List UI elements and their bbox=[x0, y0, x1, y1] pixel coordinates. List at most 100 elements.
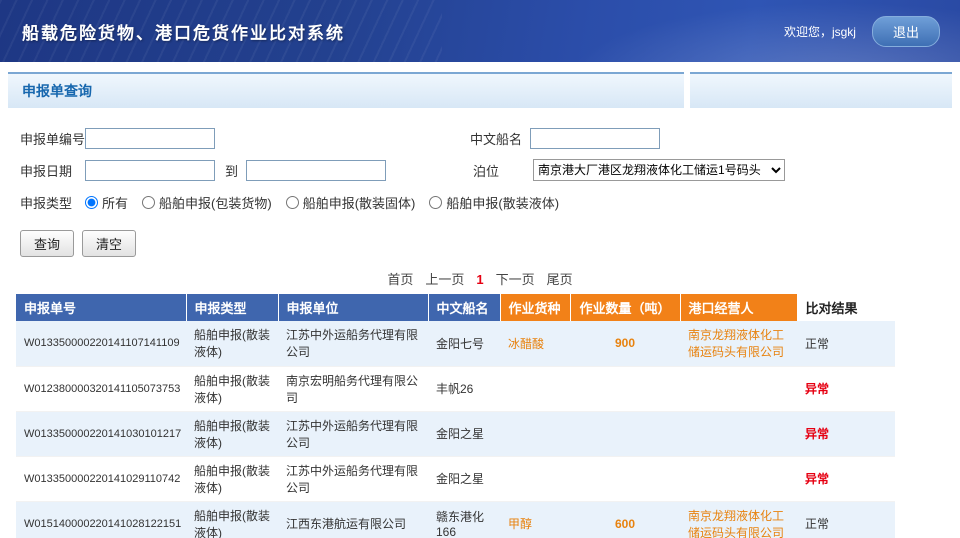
cell-ship: 赣东港化166 bbox=[428, 501, 500, 538]
radio-bulk-solid-input[interactable] bbox=[286, 196, 299, 209]
cell-cargo bbox=[500, 411, 570, 456]
results-table: 申报单号 申报类型 申报单位 中文船名 作业货种 作业数量（吨） 港口经营人 比… bbox=[16, 294, 895, 538]
ship-name-label: 中文船名 bbox=[470, 129, 530, 148]
date-from-input[interactable] bbox=[85, 160, 215, 181]
table-row: W012380000320141105073753 船舶申报(散装液体) 南京宏… bbox=[16, 366, 895, 411]
cell-type: 船舶申报(散装液体) bbox=[186, 321, 278, 366]
pagination-top: 首页上一页 1 下一页尾页 bbox=[0, 269, 960, 288]
app-header: 船载危险货物、港口危货作业比对系统 欢迎您，jsgkj 退出 bbox=[0, 0, 960, 62]
col-header-quantity: 作业数量（吨） bbox=[570, 294, 680, 321]
page-prev-link[interactable]: 上一页 bbox=[425, 272, 464, 287]
col-header-unit: 申报单位 bbox=[278, 294, 428, 321]
page-current: 1 bbox=[476, 272, 483, 287]
cell-quantity bbox=[570, 456, 680, 501]
cell-unit: 江苏中外运船务代理有限公司 bbox=[278, 456, 428, 501]
form-row-2: 申报日期 到 泊位 南京港大厂港区龙翔液体化工储运1号码头 bbox=[0, 154, 960, 186]
cell-ship: 金阳七号 bbox=[428, 321, 500, 366]
cell-unit: 江西东港航运有限公司 bbox=[278, 501, 428, 538]
result-badge: 正常 bbox=[805, 517, 829, 531]
declare-type-label: 申报类型 bbox=[20, 193, 85, 212]
table-row: W013350000220141029110742 船舶申报(散装液体) 江苏中… bbox=[16, 456, 895, 501]
cell-declaration-no: W013350000220141030101217 bbox=[16, 411, 186, 456]
cell-quantity: 900 bbox=[570, 321, 680, 366]
cell-unit: 江苏中外运船务代理有限公司 bbox=[278, 321, 428, 366]
cell-cargo: 冰醋酸 bbox=[500, 321, 570, 366]
cell-declaration-no: W013350000220141107141109 bbox=[16, 321, 186, 366]
page-title: 申报单查询 bbox=[8, 81, 92, 101]
query-button[interactable]: 查询 bbox=[20, 230, 74, 257]
section-side-panel bbox=[690, 72, 952, 108]
radio-bulk-solid[interactable]: 船舶申报(散装固体) bbox=[286, 193, 416, 212]
result-badge: 正常 bbox=[805, 337, 829, 351]
form-row-1: 申报单编号 中文船名 bbox=[0, 122, 960, 154]
app-title: 船载危险货物、港口危货作业比对系统 bbox=[22, 19, 345, 44]
cell-result: 正常 bbox=[797, 501, 895, 538]
declaration-no-label: 申报单编号 bbox=[20, 129, 85, 148]
section-bar: 申报单查询 bbox=[8, 72, 952, 108]
col-header-declaration-no: 申报单号 bbox=[16, 294, 186, 321]
table-row: W013350000220141030101217 船舶申报(散装液体) 江苏中… bbox=[16, 411, 895, 456]
col-header-result: 比对结果 bbox=[797, 294, 895, 321]
page-next-link[interactable]: 下一页 bbox=[496, 272, 535, 287]
logout-button[interactable]: 退出 bbox=[872, 16, 940, 47]
table-row: W013350000220141107141109 船舶申报(散装液体) 江苏中… bbox=[16, 321, 895, 366]
cell-ship: 丰帆26 bbox=[428, 366, 500, 411]
col-header-cargo: 作业货种 bbox=[500, 294, 570, 321]
cell-cargo bbox=[500, 366, 570, 411]
declaration-no-input[interactable] bbox=[85, 128, 215, 149]
cell-type: 船舶申报(散装液体) bbox=[186, 366, 278, 411]
ship-name-input[interactable] bbox=[530, 128, 660, 149]
cell-quantity: 600 bbox=[570, 501, 680, 538]
date-to-input[interactable] bbox=[246, 160, 386, 181]
cell-declaration-no: W015140000220141028122151 bbox=[16, 501, 186, 538]
radio-packaged-input[interactable] bbox=[142, 196, 155, 209]
result-badge: 异常 bbox=[805, 427, 829, 441]
cell-type: 船舶申报(散装液体) bbox=[186, 456, 278, 501]
radio-bulk-solid-label: 船舶申报(散装固体) bbox=[303, 193, 416, 212]
clear-button[interactable]: 清空 bbox=[82, 230, 136, 257]
cell-result: 异常 bbox=[797, 366, 895, 411]
radio-all-label: 所有 bbox=[102, 193, 128, 212]
cell-declaration-no: W013350000220141029110742 bbox=[16, 456, 186, 501]
cell-result: 异常 bbox=[797, 411, 895, 456]
result-badge: 异常 bbox=[805, 382, 829, 396]
radio-all[interactable]: 所有 bbox=[85, 193, 128, 212]
col-header-operator: 港口经营人 bbox=[680, 294, 797, 321]
header-user-area: 欢迎您，jsgkj 退出 bbox=[784, 16, 940, 47]
welcome-text: 欢迎您，jsgkj bbox=[784, 23, 856, 40]
table-row: W015140000220141028122151 船舶申报(散装液体) 江西东… bbox=[16, 501, 895, 538]
berth-select[interactable]: 南京港大厂港区龙翔液体化工储运1号码头 bbox=[533, 159, 785, 181]
cell-operator bbox=[680, 366, 797, 411]
cell-operator: 南京龙翔液体化工储运码头有限公司 bbox=[680, 321, 797, 366]
cell-type: 船舶申报(散装液体) bbox=[186, 411, 278, 456]
col-header-type: 申报类型 bbox=[186, 294, 278, 321]
form-row-3: 申报类型 所有 船舶申报(包装货物) 船舶申报(散装固体) 船舶申报(散装液体) bbox=[0, 186, 960, 218]
cell-quantity bbox=[570, 411, 680, 456]
col-header-ship: 中文船名 bbox=[428, 294, 500, 321]
date-to-label: 到 bbox=[225, 161, 238, 180]
page-first-link[interactable]: 首页 bbox=[387, 272, 413, 287]
cell-ship: 金阳之星 bbox=[428, 456, 500, 501]
radio-packaged-label: 船舶申报(包装货物) bbox=[159, 193, 272, 212]
cell-operator bbox=[680, 456, 797, 501]
result-badge: 异常 bbox=[805, 472, 829, 486]
cell-operator bbox=[680, 411, 797, 456]
cell-ship: 金阳之星 bbox=[428, 411, 500, 456]
radio-packaged[interactable]: 船舶申报(包装货物) bbox=[142, 193, 272, 212]
page-last-link[interactable]: 尾页 bbox=[547, 272, 573, 287]
radio-bulk-liquid-label: 船舶申报(散装液体) bbox=[446, 193, 559, 212]
cell-cargo: 甲醇 bbox=[500, 501, 570, 538]
declare-type-radio-group: 所有 船舶申报(包装货物) 船舶申报(散装固体) 船舶申报(散装液体) bbox=[85, 193, 559, 212]
cell-unit: 南京宏明船务代理有限公司 bbox=[278, 366, 428, 411]
radio-bulk-liquid-input[interactable] bbox=[429, 196, 442, 209]
radio-all-input[interactable] bbox=[85, 196, 98, 209]
cell-declaration-no: W012380000320141105073753 bbox=[16, 366, 186, 411]
section-main: 申报单查询 bbox=[8, 72, 684, 108]
cell-quantity bbox=[570, 366, 680, 411]
cell-result: 异常 bbox=[797, 456, 895, 501]
form-buttons: 查询 清空 bbox=[20, 230, 960, 257]
query-form: 申报单编号 中文船名 申报日期 到 泊位 南京港大厂港区龙翔液体化工储运1号码头… bbox=[0, 108, 960, 257]
radio-bulk-liquid[interactable]: 船舶申报(散装液体) bbox=[429, 193, 559, 212]
cell-unit: 江苏中外运船务代理有限公司 bbox=[278, 411, 428, 456]
berth-label: 泊位 bbox=[473, 161, 533, 180]
